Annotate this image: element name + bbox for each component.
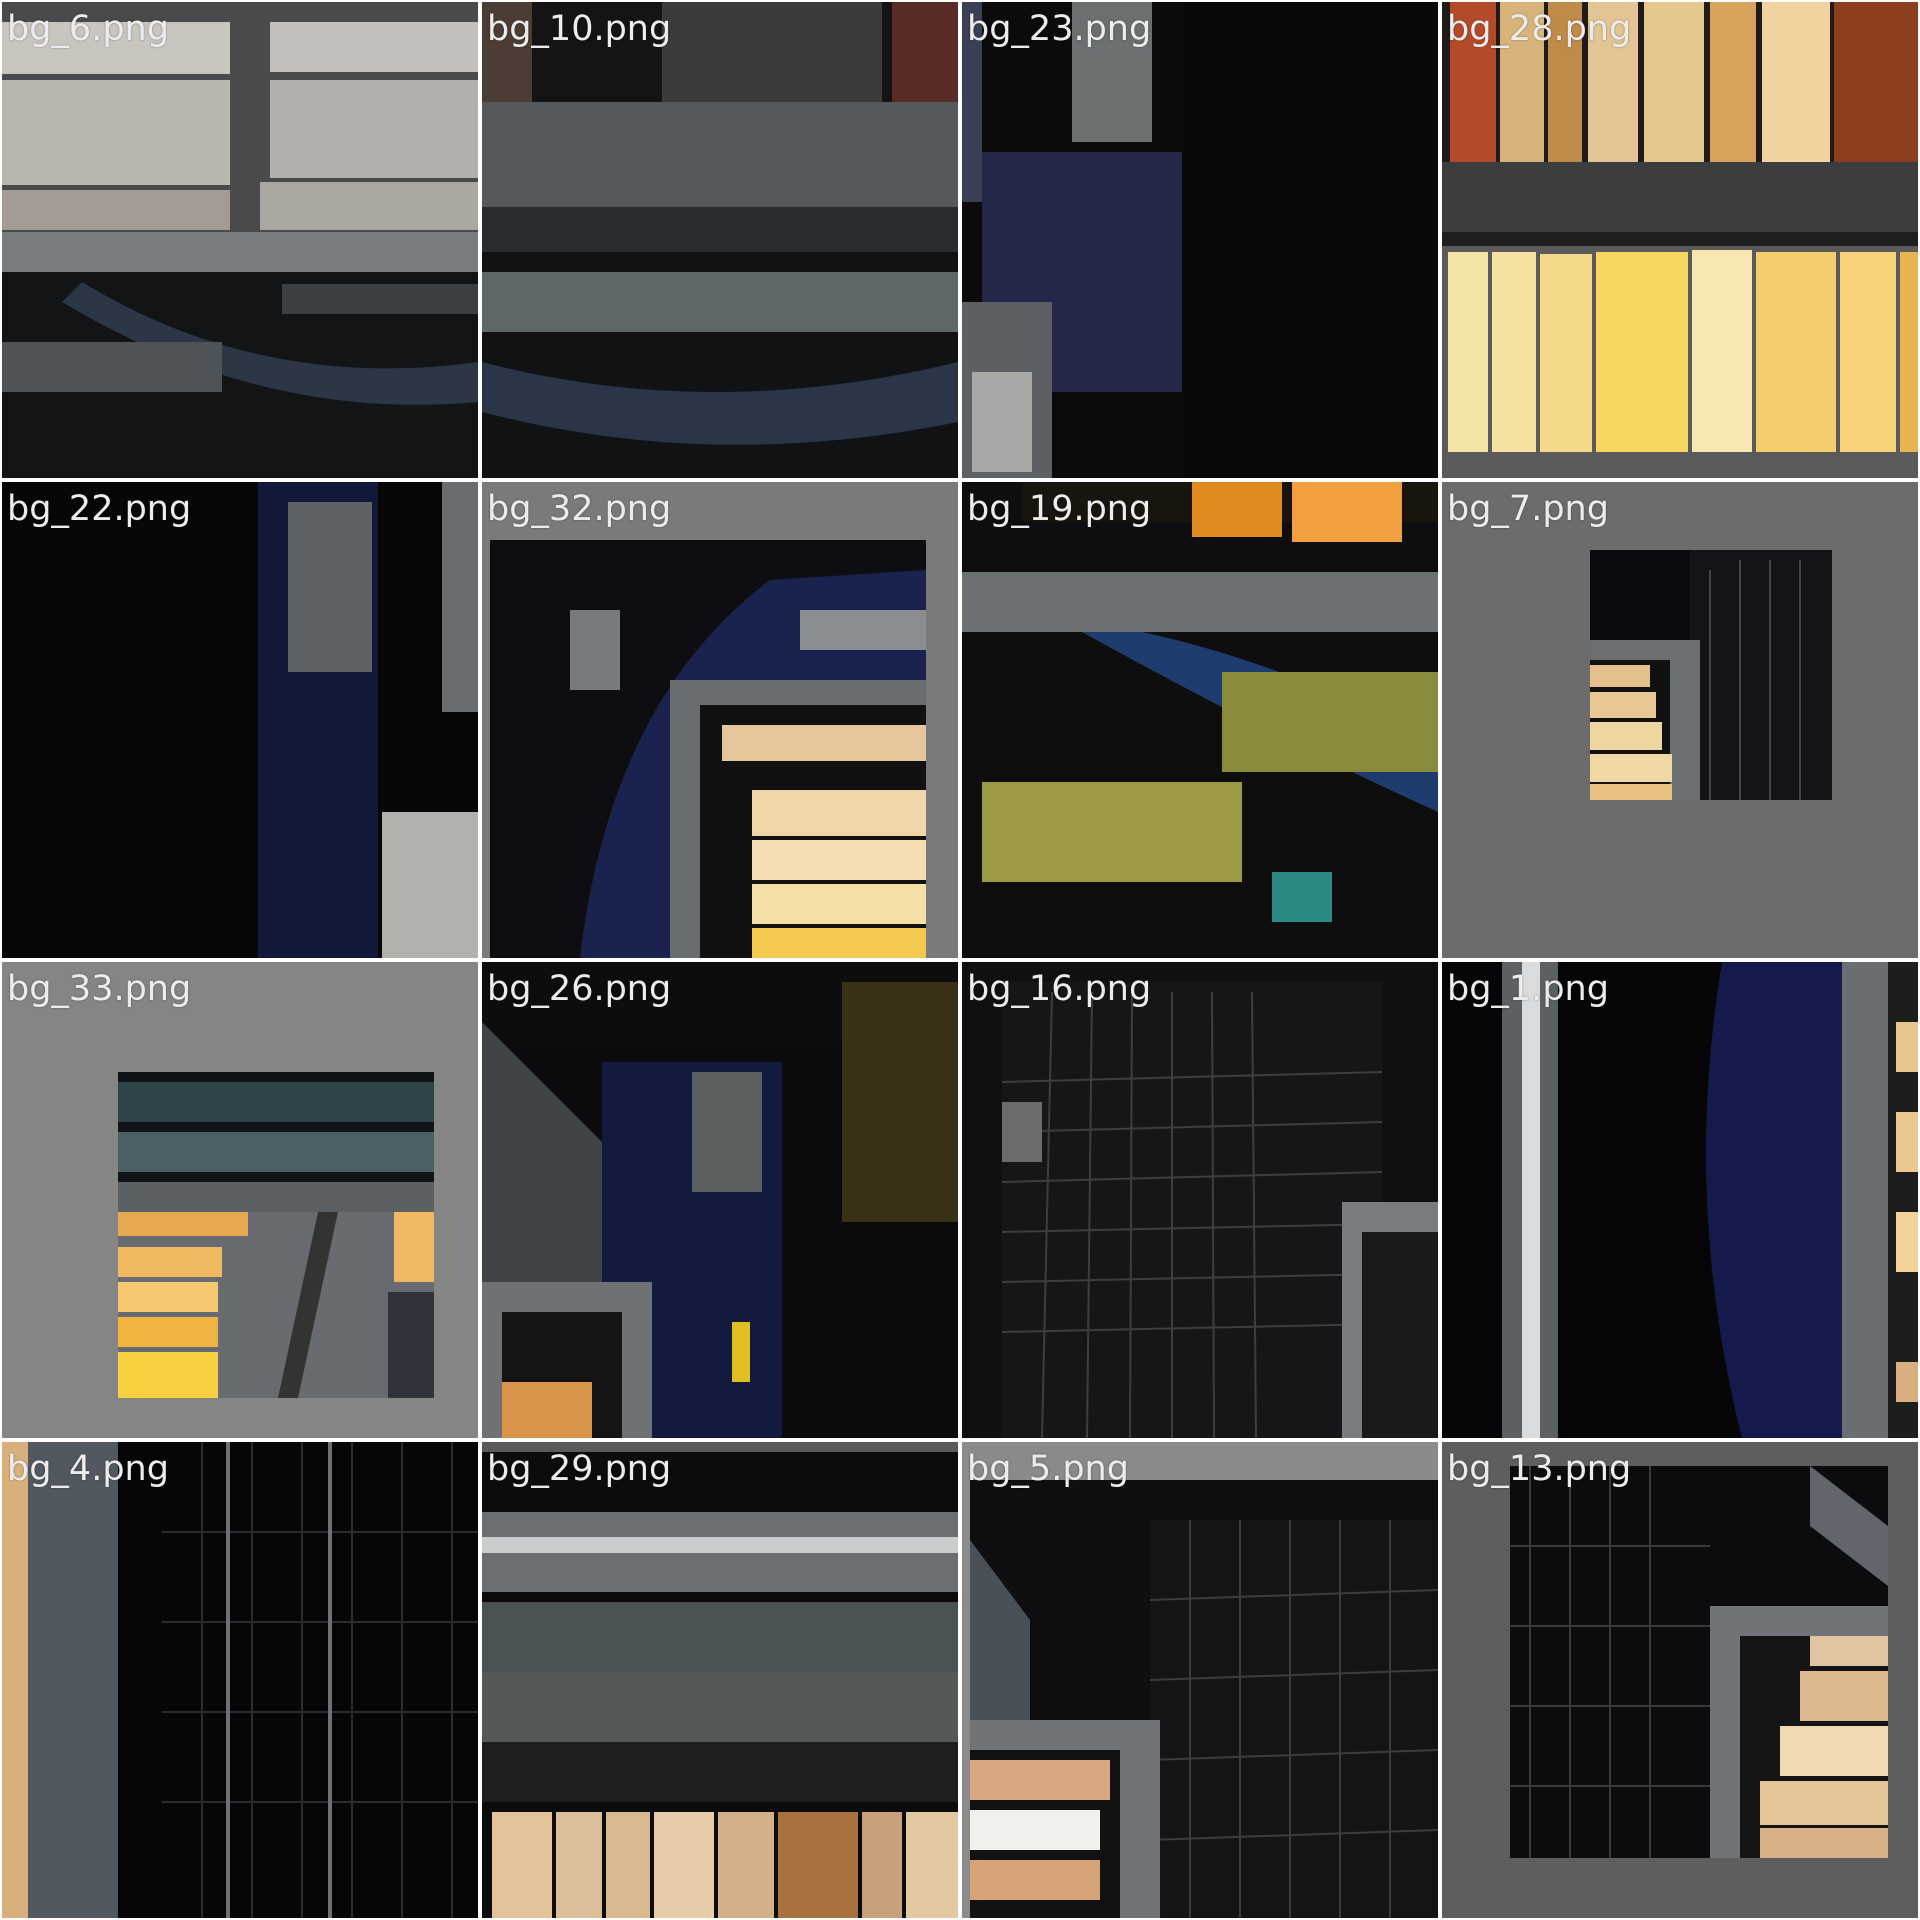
tile-image: [2, 2, 478, 478]
tile-image: [1510, 1466, 1888, 1858]
file-name-label: bg_23.png: [967, 9, 1152, 49]
image-tile[interactable]: bg_5.png: [962, 1442, 1438, 1918]
image-grid: bg_6.png bg_10.png bg_23.png bg_28.png b…: [0, 0, 1920, 1920]
file-name-label: bg_22.png: [7, 489, 192, 529]
image-tile[interactable]: bg_7.png: [1442, 482, 1918, 958]
image-tile[interactable]: bg_1.png: [1442, 962, 1918, 1438]
tile-image: [1442, 2, 1918, 478]
file-name-label: bg_7.png: [1447, 489, 1609, 529]
tile-image: [482, 962, 958, 1438]
file-name-label: bg_4.png: [7, 1449, 169, 1489]
image-tile[interactable]: bg_33.png: [2, 962, 478, 1438]
file-name-label: bg_32.png: [487, 489, 672, 529]
image-tile[interactable]: bg_6.png: [2, 2, 478, 478]
image-tile[interactable]: bg_16.png: [962, 962, 1438, 1438]
file-name-label: bg_6.png: [7, 9, 169, 49]
file-name-label: bg_10.png: [487, 9, 672, 49]
file-name-label: bg_26.png: [487, 969, 672, 1009]
image-tile[interactable]: bg_13.png: [1442, 1442, 1918, 1918]
file-name-label: bg_5.png: [967, 1449, 1129, 1489]
tile-image: [962, 962, 1438, 1438]
file-name-label: bg_16.png: [967, 969, 1152, 1009]
tile-image: [2, 482, 478, 958]
tile-image: [490, 540, 926, 958]
tile-image: [482, 2, 958, 478]
tile-image: [962, 482, 1438, 958]
image-tile[interactable]: bg_28.png: [1442, 2, 1918, 478]
file-name-label: bg_29.png: [487, 1449, 672, 1489]
image-tile[interactable]: bg_4.png: [2, 1442, 478, 1918]
image-tile[interactable]: bg_23.png: [962, 2, 1438, 478]
image-tile[interactable]: bg_26.png: [482, 962, 958, 1438]
tile-image: [2, 1442, 478, 1918]
file-name-label: bg_19.png: [967, 489, 1152, 529]
tile-image: [118, 1072, 434, 1398]
tile-image: [970, 1480, 1438, 1918]
image-tile[interactable]: bg_22.png: [2, 482, 478, 958]
tile-image: [482, 1442, 958, 1918]
file-name-label: bg_1.png: [1447, 969, 1609, 1009]
tile-image: [1442, 962, 1918, 1438]
file-name-label: bg_33.png: [7, 969, 192, 1009]
tile-image: [1590, 550, 1832, 800]
tile-image: [962, 2, 1438, 478]
image-tile[interactable]: bg_10.png: [482, 2, 958, 478]
file-name-label: bg_13.png: [1447, 1449, 1632, 1489]
image-tile[interactable]: bg_32.png: [482, 482, 958, 958]
image-tile[interactable]: bg_29.png: [482, 1442, 958, 1918]
image-tile[interactable]: bg_19.png: [962, 482, 1438, 958]
file-name-label: bg_28.png: [1447, 9, 1632, 49]
